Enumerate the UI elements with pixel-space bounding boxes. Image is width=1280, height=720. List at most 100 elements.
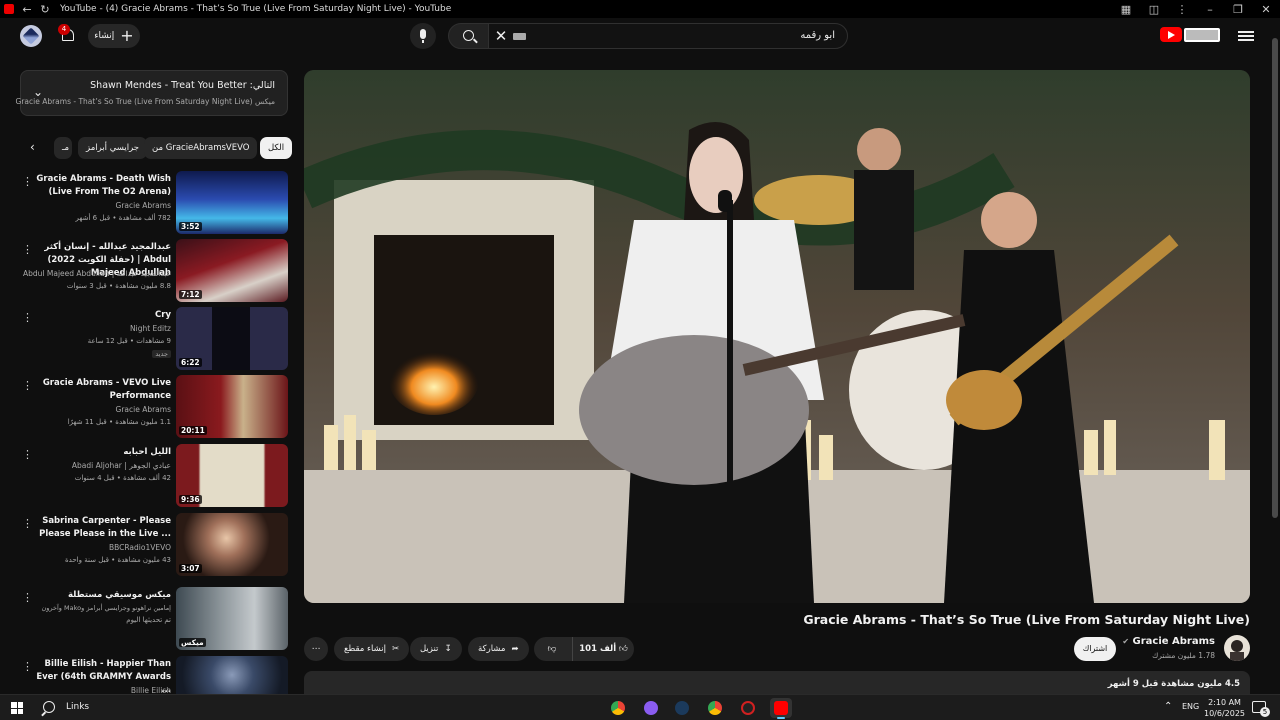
account-avatar[interactable] [20, 25, 42, 47]
youtube-logo[interactable] [1160, 27, 1220, 42]
create-label: إنشاء [94, 31, 115, 41]
more-actions-icon[interactable]: ⋮ [22, 591, 33, 604]
new-badge: جديد [152, 350, 171, 358]
duration-badge: 20:11 [179, 426, 207, 435]
related-video[interactable]: ⋮ Billie Eilish - Happier Than Ever (64t… [20, 656, 288, 694]
download-button[interactable]: تنزيل ↧ [410, 637, 462, 661]
video-thumbnail[interactable] [176, 656, 288, 694]
translate-icon[interactable]: ▦ [1112, 0, 1140, 18]
taskbar-search-label[interactable]: Links [66, 702, 89, 712]
youtube-wordmark [1184, 27, 1220, 42]
search-button[interactable] [448, 23, 490, 49]
share-button[interactable]: مشاركة ➦ [468, 637, 529, 661]
extensions-icon[interactable]: ◫ [1140, 0, 1168, 18]
back-icon[interactable]: ← [18, 0, 36, 18]
tray-chevron-icon[interactable]: ⌃ [1164, 701, 1172, 712]
chevron-left-icon[interactable]: ‹ [30, 140, 35, 154]
channel-name: BBCRadio1VEVO [108, 543, 171, 552]
more-actions-icon[interactable]: ⋮ [22, 243, 33, 256]
steam-app-icon[interactable] [671, 698, 693, 718]
close-button[interactable]: ✕ [1252, 0, 1280, 18]
video-title: Sabrina Carpenter - Please Please Please… [39, 516, 171, 539]
messenger-app-icon[interactable] [640, 698, 662, 718]
channel-name: Billie Eilish [130, 686, 171, 694]
share-icon: ➦ [511, 644, 519, 654]
video-thumbnail[interactable]: 7:12 [176, 239, 288, 302]
notification-badge: 4 [58, 24, 70, 35]
more-horiz-icon: ⋯ [311, 644, 321, 654]
more-actions-icon[interactable]: ⋮ [22, 517, 33, 530]
like-dislike-group: 👎︎ 101 ألف 👍︎ [534, 637, 634, 661]
queue-subtitle: ميكس Gracie Abrams - That’s So True (Liv… [15, 97, 275, 106]
search-icon [463, 30, 474, 41]
duration-badge: 3:07 [179, 564, 202, 573]
clock[interactable]: 2:10 AM 10/6/2025 [1204, 697, 1245, 719]
like-button[interactable]: 101 ألف 👍︎ [572, 637, 634, 661]
mix-meta: تم تحديثها اليوم [126, 616, 171, 624]
maximize-button[interactable]: ❐ [1224, 0, 1252, 18]
create-button[interactable]: إنشاء + [88, 24, 140, 48]
related-video[interactable]: 3:07 ⋮ Sabrina Carpenter - Please Please… [20, 513, 288, 577]
input-language[interactable]: ENG [1182, 702, 1199, 711]
chip-all[interactable]: الكل [260, 137, 293, 159]
related-video[interactable]: 9:36 ⋮ الليل احبابه عبادي الجوهر | Abadi… [20, 444, 288, 508]
notification-center-badge: 5 [1260, 707, 1270, 717]
mix-queue-panel[interactable]: ⌄ التالي: Shawn Mendes - Treat You Bette… [16, 70, 288, 116]
video-thumbnail[interactable]: 6:22 [176, 307, 288, 370]
refresh-icon[interactable]: ↻ [36, 0, 54, 18]
channel-name: Gracie Abrams [115, 405, 171, 414]
notifications-button[interactable]: 4 [58, 24, 80, 48]
download-icon: ↧ [444, 644, 452, 654]
chrome-app-icon[interactable] [607, 698, 629, 718]
menu-icon[interactable] [1236, 26, 1256, 46]
channel-name: Gracie Abrams [115, 201, 171, 210]
taskbar-search-icon[interactable] [40, 701, 55, 716]
more-actions-icon[interactable]: ⋮ [22, 175, 33, 188]
search-input[interactable]: ابو رقمه [488, 23, 848, 49]
filter-chips: ‹ مـ جرايسي أبرامز من GracieAbramsVEVO ا… [20, 137, 293, 159]
chip-gracie-arabic[interactable]: جرايسي أبرامز [78, 137, 148, 159]
video-title: Cry [155, 310, 171, 320]
video-meta: 782 ألف مشاهدة • قبل 6 أشهر [75, 214, 171, 222]
video-thumbnail[interactable]: 9:36 [176, 444, 288, 507]
video-title: الليل احبابه [123, 447, 171, 457]
queue-next-title: التالي: Shawn Mendes - Treat You Better [90, 80, 275, 91]
clock-date: 10/6/2025 [1204, 709, 1246, 718]
related-video[interactable]: 6:22 ⋮ Cry Night Editz 9 مشاهدات • قبل 1… [20, 307, 288, 371]
duration-badge: 9:36 [179, 495, 202, 504]
media-app-icon[interactable] [737, 698, 759, 718]
related-video[interactable]: 3:52 ⋮ Gracie Abrams - Death Wish (Live … [20, 171, 288, 235]
chrome-profile-app-icon[interactable] [704, 698, 726, 718]
clear-search-icon[interactable]: ✕ [491, 25, 511, 47]
clip-button[interactable]: إنشاء مقطع ✂ [334, 637, 410, 661]
chip-more[interactable]: مـ [54, 137, 72, 159]
scrollbar-thumb[interactable] [1272, 38, 1278, 518]
chip-from-channel[interactable]: من GracieAbramsVEVO [144, 137, 258, 159]
duration-badge: 6:22 [179, 358, 202, 367]
more-vert-icon[interactable]: ⋮ [1168, 0, 1196, 18]
more-actions-button[interactable]: ⋯ [304, 637, 328, 661]
like-count: 101 ألف [579, 644, 617, 654]
video-thumbnail[interactable]: 3:52 [176, 171, 288, 234]
start-button[interactable] [11, 702, 23, 714]
keyboard-icon[interactable] [513, 33, 526, 40]
youtube-app-icon [4, 4, 14, 14]
dislike-button[interactable]: 👎︎ [534, 637, 570, 661]
channel-name: عبدالمجيد عبدالله | Abdul Majeed Abdulla… [23, 269, 171, 278]
video-thumbnail[interactable]: 3:07 [176, 513, 288, 576]
video-actions: 👎︎ 101 ألف 👍︎ مشاركة ➦ تنزيل ↧ إنشاء مقط… [0, 637, 1280, 661]
video-player[interactable] [304, 70, 1250, 603]
video-thumbnail[interactable]: 20:11 [176, 375, 288, 438]
youtube-app-icon[interactable] [770, 698, 792, 719]
related-video[interactable]: 7:12 ⋮ عبدالمجيد عبدالله - إنسان أكثر (ح… [20, 239, 288, 303]
thumbs-down-icon: 👎︎ [547, 644, 557, 654]
voice-search-button[interactable] [410, 23, 436, 49]
more-actions-icon[interactable]: ⋮ [22, 448, 33, 461]
page-scrollbar[interactable] [1270, 26, 1280, 694]
more-actions-icon[interactable]: ⋮ [22, 379, 33, 392]
more-actions-icon[interactable]: ⋮ [22, 660, 33, 673]
minimize-button[interactable]: – [1196, 0, 1224, 18]
window-title: YouTube - (4) Gracie Abrams - That’s So … [60, 4, 452, 14]
more-actions-icon[interactable]: ⋮ [22, 311, 33, 324]
related-video[interactable]: 20:11 ⋮ Gracie Abrams - VEVO Live Perfor… [20, 375, 288, 439]
